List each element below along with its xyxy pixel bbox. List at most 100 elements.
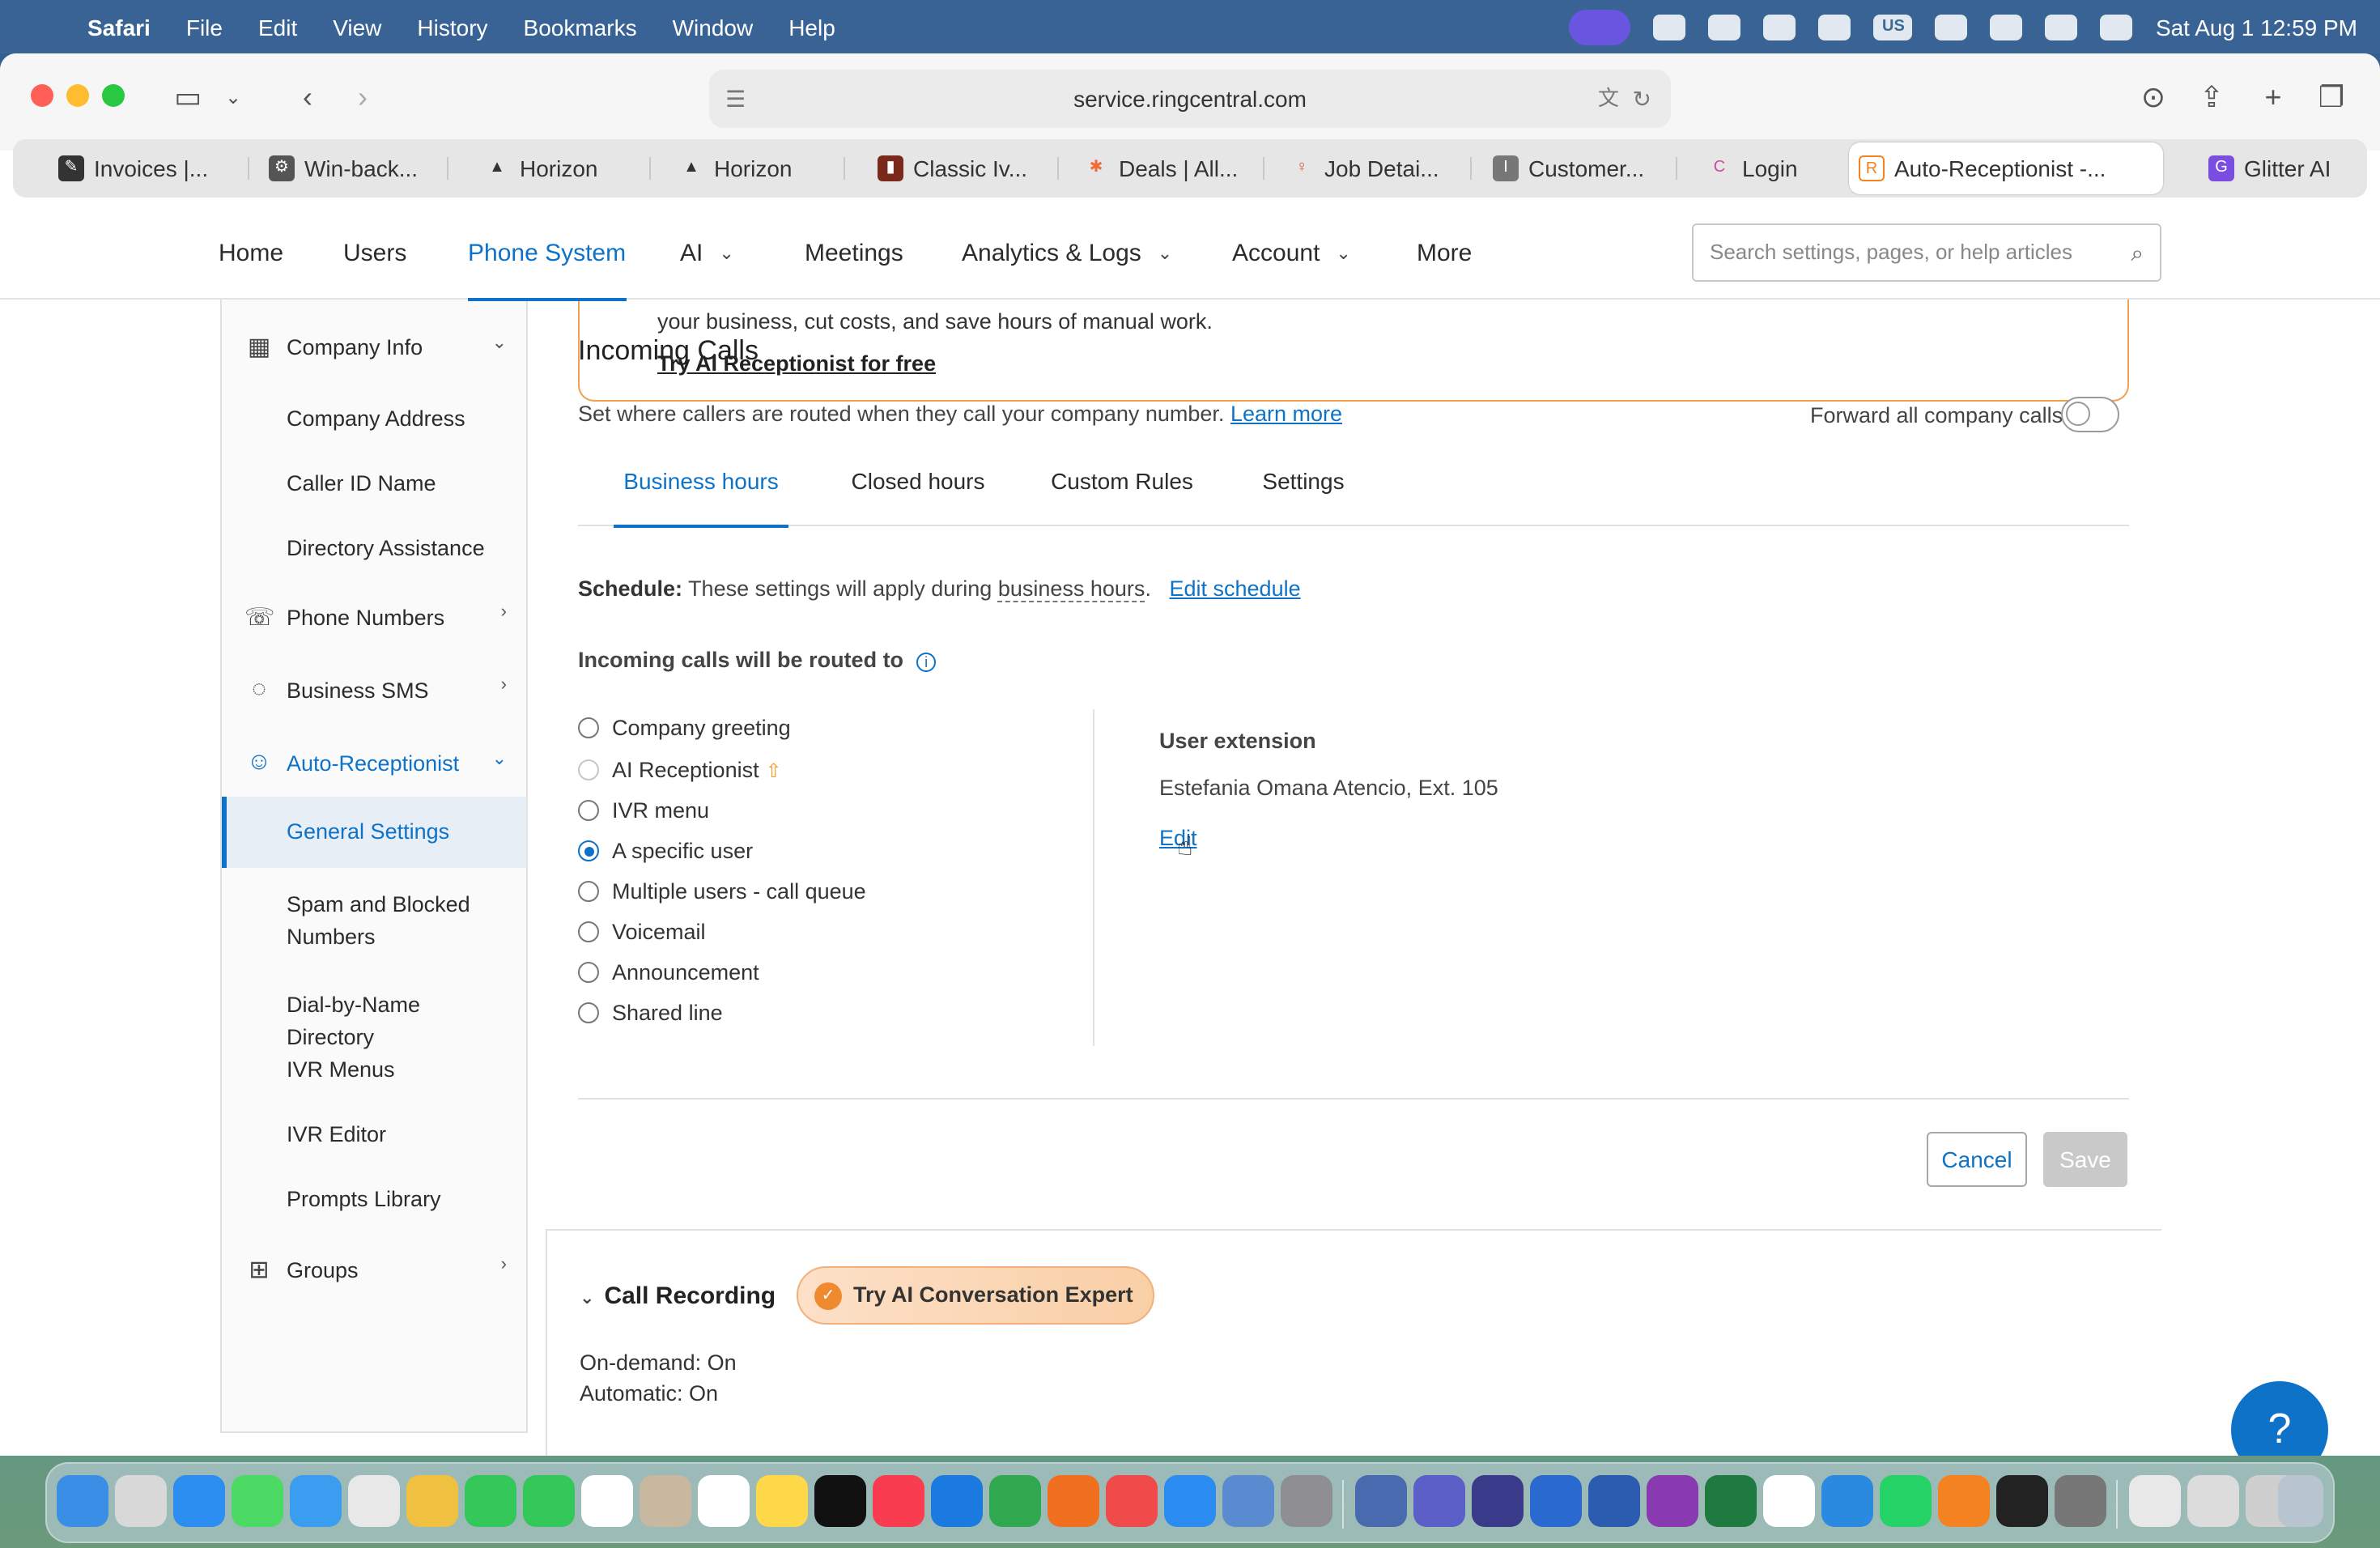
radio-button[interactable] [578,921,599,942]
cancel-button[interactable]: Cancel [1927,1132,2027,1187]
music-icon[interactable] [873,1475,924,1527]
browser-tab[interactable]: ⚙ Win-back... [259,142,437,194]
help-chat-button[interactable]: ? [2231,1381,2328,1456]
call-recording-header[interactable]: ⌄ Call Recording [580,1282,776,1310]
browser-tab[interactable]: ♀ Job Detai... [1279,142,1457,194]
launchpad-icon[interactable] [115,1475,167,1527]
grammarly-icon[interactable] [1763,14,1796,40]
calculator-icon[interactable] [2055,1475,2106,1527]
close-window-button[interactable] [31,84,53,107]
menu-file[interactable]: File [186,14,223,40]
maps-icon[interactable] [348,1475,400,1527]
grammarly-app-icon[interactable] [1472,1475,1524,1527]
page-settings-icon[interactable]: ☰ [725,70,746,128]
nav-users[interactable]: Users [343,207,406,300]
sidebar-item-spam-blocked[interactable]: Spam and Blocked Numbers [222,889,526,960]
system-settings-icon[interactable] [1281,1475,1332,1527]
search-input[interactable]: Search settings, pages, or help articles… [1692,223,2161,282]
nav-phone-system[interactable]: Phone System [468,207,626,301]
facetime-icon[interactable] [465,1475,516,1527]
downloads-icon[interactable]: ⊙ [2131,76,2176,118]
quicktime-icon[interactable] [1821,1475,1873,1527]
sidebar-item-directory-assistance[interactable]: Directory Assistance [222,533,526,572]
sidebar-item-ivr-editor[interactable]: IVR Editor [222,1119,526,1158]
radio-button[interactable] [578,962,599,983]
keynote-icon[interactable] [931,1475,983,1527]
sidebar-item-phone-numbers[interactable]: ☏ Phone Numbers › [222,602,526,641]
nav-meetings[interactable]: Meetings [805,207,903,300]
sidebar-item-prompts-library[interactable]: Prompts Library [222,1184,526,1223]
textedit-icon[interactable] [1763,1475,1815,1527]
menu-view[interactable]: View [333,14,381,40]
browser-tab[interactable]: ▮ Classic Iv... [868,142,1049,194]
sidebar-item-groups[interactable]: ⊞ Groups › [222,1255,526,1294]
search-icon[interactable]: ⌕ [2131,225,2144,280]
screen-share-icon[interactable] [1569,9,1631,45]
contacts-icon[interactable] [640,1475,691,1527]
nav-home[interactable]: Home [219,207,283,300]
safari-icon[interactable] [173,1475,225,1527]
numbers-icon[interactable] [989,1475,1041,1527]
radio-button[interactable] [578,717,599,738]
radio-button[interactable] [578,800,599,821]
back-icon[interactable]: ‹ [285,76,330,118]
minimize-window-button[interactable] [66,84,89,107]
photos-icon[interactable] [406,1475,458,1527]
reload-icon[interactable]: ↻ [1633,70,1651,128]
input-source-icon[interactable]: US [1873,14,1913,40]
reminders-icon[interactable] [698,1475,750,1527]
sidebar-item-company-info[interactable]: ▦ Company Info ⌄ [222,332,526,371]
zoom-window-button[interactable] [102,84,125,107]
edit-schedule-link[interactable]: Edit schedule [1170,576,1301,601]
menu-app-name[interactable]: Safari [87,14,151,40]
menu-help[interactable]: Help [788,14,835,40]
whatsapp-icon[interactable] [1880,1475,1932,1527]
tab-custom-rules[interactable]: Custom Rules [1041,449,1203,526]
browser-tab[interactable]: C Login [1697,142,1859,194]
wifi-icon[interactable] [1935,14,1968,40]
sidebar-item-general-settings[interactable]: General Settings [222,797,526,868]
browser-tab[interactable]: I Customer... [1483,142,1661,194]
app-store-icon[interactable] [1164,1475,1216,1527]
tab-closed-hours[interactable]: Closed hours [840,449,996,526]
trash-icon[interactable] [2278,1475,2323,1527]
forward-all-toggle[interactable] [2061,397,2119,432]
menubar-clock[interactable]: Sat Aug 1 12:59 PM [2156,14,2357,40]
excel-icon[interactable] [1705,1475,1757,1527]
menu-history[interactable]: History [417,14,487,40]
apple-tv-icon[interactable] [814,1475,866,1527]
tab-business-hours[interactable]: Business hours [614,449,788,528]
tab-settings[interactable]: Settings [1248,449,1358,526]
sidebar-toggle-icon[interactable]: ▭ [165,76,210,118]
menu-edit[interactable]: Edit [258,14,297,40]
nav-more[interactable]: More [1417,207,1472,300]
menubar-app-icon[interactable] [1653,14,1686,40]
learn-more-link[interactable]: Learn more [1230,402,1342,426]
new-tab-icon[interactable]: + [2250,76,2296,118]
radio-button[interactable] [578,759,599,780]
sidebar-item-auto-receptionist[interactable]: ☺ Auto-Receptionist ⌄ [222,748,526,787]
preview-icon[interactable] [1222,1475,1274,1527]
tab-overview-icon[interactable]: ❐ [2309,76,2354,118]
messages-icon[interactable] [232,1475,283,1527]
translate-icon[interactable]: 文 [1598,70,1619,128]
browser-tab-active[interactable]: R Auto-Receptionist -... [1849,142,2163,194]
outlook-icon[interactable] [1530,1475,1582,1527]
sidebar-item-caller-id-name[interactable]: Caller ID Name [222,468,526,507]
save-button[interactable]: Save [2043,1132,2127,1187]
pages-icon[interactable] [1048,1475,1099,1527]
info-icon[interactable]: i [916,653,937,672]
document-stack-icon[interactable] [2129,1475,2181,1527]
menu-window[interactable]: Window [673,14,754,40]
browser-tab[interactable]: ▲ Horizon [669,142,831,194]
menu-bookmarks[interactable]: Bookmarks [524,14,637,40]
finder-icon[interactable] [57,1475,108,1527]
sidebar-item-business-sms[interactable]: ◌ Business SMS › [222,675,526,714]
phone-icon[interactable] [523,1475,575,1527]
share-icon[interactable]: ⇪ [2189,76,2234,118]
browser-tab[interactable]: ✱ Deals | All... [1073,142,1252,194]
spotlight-icon[interactable] [2045,14,2078,40]
calendar-icon[interactable] [581,1475,633,1527]
nav-analytics-logs[interactable]: Analytics & Logs ⌄ [962,207,1172,300]
onenote-icon[interactable] [1647,1475,1698,1527]
